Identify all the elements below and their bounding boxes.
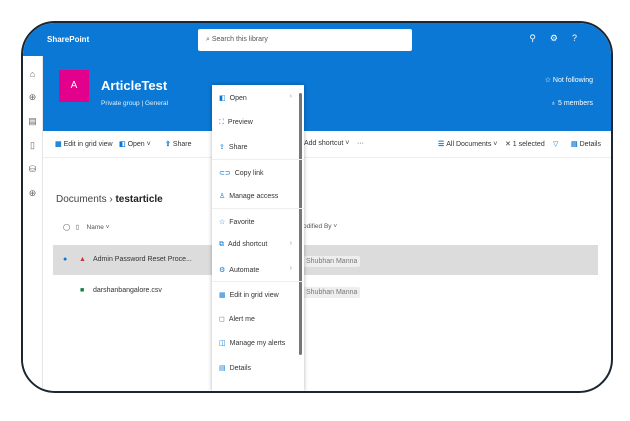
menu-item-details[interactable]: ▤ Details xyxy=(212,355,304,380)
menu-item-copy-link[interactable]: ⊂⊃ Copy link xyxy=(212,158,304,184)
search-input[interactable]: ⌕ Search this library xyxy=(198,29,412,51)
file-type-icon: ▯ xyxy=(75,224,80,231)
people-icon[interactable]: ⚲ xyxy=(529,33,536,44)
help-icon[interactable]: ? xyxy=(572,33,577,44)
clear-selection-button[interactable]: ✕ 1 selected xyxy=(505,140,545,148)
menu-item-icon: ☆ xyxy=(219,218,226,226)
menu-item-icon: ▦ xyxy=(219,292,226,299)
site-subtitle: Private group | General xyxy=(101,100,169,107)
csv-file-icon: ■ xyxy=(80,287,85,294)
modified-by-column-header[interactable]: odified By ˅ xyxy=(303,223,337,230)
breadcrumb: Documents › testarticle xyxy=(56,194,163,205)
command-bar: ▦ Edit in grid view ◧ Open ˅ ⇪ Share Add… xyxy=(43,131,611,158)
menu-item-add-shortcut[interactable]: ⧉ Add shortcut › xyxy=(212,232,304,257)
menu-item-label: Manage access xyxy=(229,193,279,200)
menu-item-edit-in-grid-view[interactable]: ▦ Edit in grid view xyxy=(212,281,304,306)
add-shortcut-button[interactable]: Add shortcut ˅ xyxy=(304,140,349,147)
share-button[interactable]: ⇪ Share xyxy=(165,140,192,148)
news-icon[interactable]: ▤ xyxy=(23,116,42,127)
follow-button[interactable]: ☆ Not following xyxy=(545,76,593,84)
modified-by: Shubhan Manna xyxy=(303,256,361,267)
name-column-header[interactable]: Name ˅ xyxy=(87,224,110,231)
menu-item-label: Open xyxy=(229,95,247,102)
menu-item-icon: ⊂⊃ xyxy=(219,169,231,177)
open-icon: ◧ xyxy=(119,141,128,148)
menu-item-label: Favorite xyxy=(229,218,255,226)
grid-icon: ▦ xyxy=(55,141,64,148)
pdf-file-icon: ▲ xyxy=(79,256,86,263)
list-icon: ☰ xyxy=(438,141,447,148)
site-title[interactable]: ArticleTest xyxy=(101,78,167,93)
menu-item-icon: ◧ xyxy=(219,95,226,102)
details-icon: ▤ xyxy=(571,141,580,148)
menu-item-label: Automate xyxy=(229,266,260,274)
filter-icon[interactable]: ▽ xyxy=(553,140,558,148)
menu-item-label: Add shortcut xyxy=(228,241,268,248)
menu-item-label: Copy link xyxy=(234,169,264,177)
breadcrumb-root[interactable]: Documents xyxy=(56,194,107,205)
modified-by: Shubhan Manna xyxy=(303,287,361,298)
menu-item-icon: ⛶ xyxy=(219,118,224,126)
menu-item-preview[interactable]: ⛶ Preview xyxy=(212,110,304,135)
more-button[interactable]: ··· xyxy=(357,140,364,147)
menu-item-icon: ▤ xyxy=(219,364,226,372)
menu-item-label: Details xyxy=(229,364,252,372)
menu-item-icon: ⧉ xyxy=(219,241,224,248)
menu-item-icon: ⇪ xyxy=(219,144,225,151)
home-icon[interactable]: ⌂ xyxy=(23,69,42,79)
menu-item-label: Manage my alerts xyxy=(229,340,286,347)
menu-item-alert-me[interactable]: ◻ Alert me xyxy=(212,306,304,331)
context-menu: ◧ Open › ⛶ Preview ⇪ Share ⊂⊃ Copy link ♙ Manage a… xyxy=(212,85,304,391)
chevron-right-icon: › xyxy=(289,93,292,100)
table-row[interactable]: ● ▲ Admin Password Reset Proce... Shubha… xyxy=(53,245,598,275)
chevron-right-icon: › xyxy=(289,264,292,272)
site-header: A ArticleTest Private group | General ☆ … xyxy=(43,56,611,131)
chevron-right-icon: › xyxy=(289,240,292,247)
menu-item-icon: ⚙ xyxy=(219,266,226,274)
file-icon[interactable]: ▯ xyxy=(23,140,42,151)
share-icon: ⇪ xyxy=(165,141,173,148)
menu-item-manage-access[interactable]: ♙ Manage access xyxy=(212,183,304,208)
table-row[interactable]: ■ darshanbangalore.csv Shubhan Manna xyxy=(53,276,598,306)
column-headers: ◯ ▯ Name ˅ odified By ˅ xyxy=(63,223,337,231)
menu-item-manage-my-alerts[interactable]: ◫ Manage my alerts xyxy=(212,330,304,355)
menu-item-label: Edit in grid view xyxy=(229,292,279,299)
menu-item-label: Preview xyxy=(227,118,253,126)
app-brand[interactable]: SharePoint xyxy=(47,35,89,44)
menu-item-automate[interactable]: ⚙ Automate › xyxy=(212,257,304,282)
file-name[interactable]: darshanbangalore.csv xyxy=(93,287,162,294)
menu-item-icon: ◻ xyxy=(219,315,225,323)
window-frame: SharePoint ⌕ Search this library ⚲ ⚙? ⌂ ⊕ ▤… xyxy=(21,21,613,393)
edit-grid-button[interactable]: ▦ Edit in grid view xyxy=(55,140,113,148)
row-checkbox[interactable]: ● xyxy=(63,256,67,263)
view-selector[interactable]: ☰ All Documents ˅ xyxy=(438,140,497,148)
open-button[interactable]: ◧ Open ˅ xyxy=(119,140,151,148)
database-icon[interactable]: ⛁ xyxy=(23,164,42,175)
details-button[interactable]: ▤ Details xyxy=(571,140,601,148)
globe-icon[interactable]: ⊕ xyxy=(23,92,42,103)
menu-item-label: Alert me xyxy=(228,315,255,323)
site-logo: A xyxy=(59,70,89,102)
file-name[interactable]: Admin Password Reset Proce... xyxy=(93,256,192,263)
menu-item-icon: ◫ xyxy=(219,340,226,347)
menu-item-label: Share xyxy=(228,144,248,151)
members-button[interactable]: ♁ 5 members xyxy=(551,100,593,107)
left-rail: ⌂ ⊕ ▤ ▯ ⛁ ⊕ xyxy=(23,56,43,391)
menu-item-favorite[interactable]: ☆ Favorite xyxy=(212,207,304,233)
menu-item-open[interactable]: ◧ Open › xyxy=(212,85,304,110)
suite-bar: SharePoint ⌕ Search this library ⚲ ⚙? xyxy=(23,23,611,56)
gear-icon[interactable]: ⚙ xyxy=(550,33,558,44)
breadcrumb-current: testarticle xyxy=(115,194,163,205)
select-all-checkbox[interactable]: ◯ xyxy=(63,224,70,231)
menu-item-share[interactable]: ⇪ Share xyxy=(212,134,304,159)
add-icon[interactable]: ⊕ xyxy=(23,188,42,199)
menu-item-icon: ♙ xyxy=(219,193,226,200)
